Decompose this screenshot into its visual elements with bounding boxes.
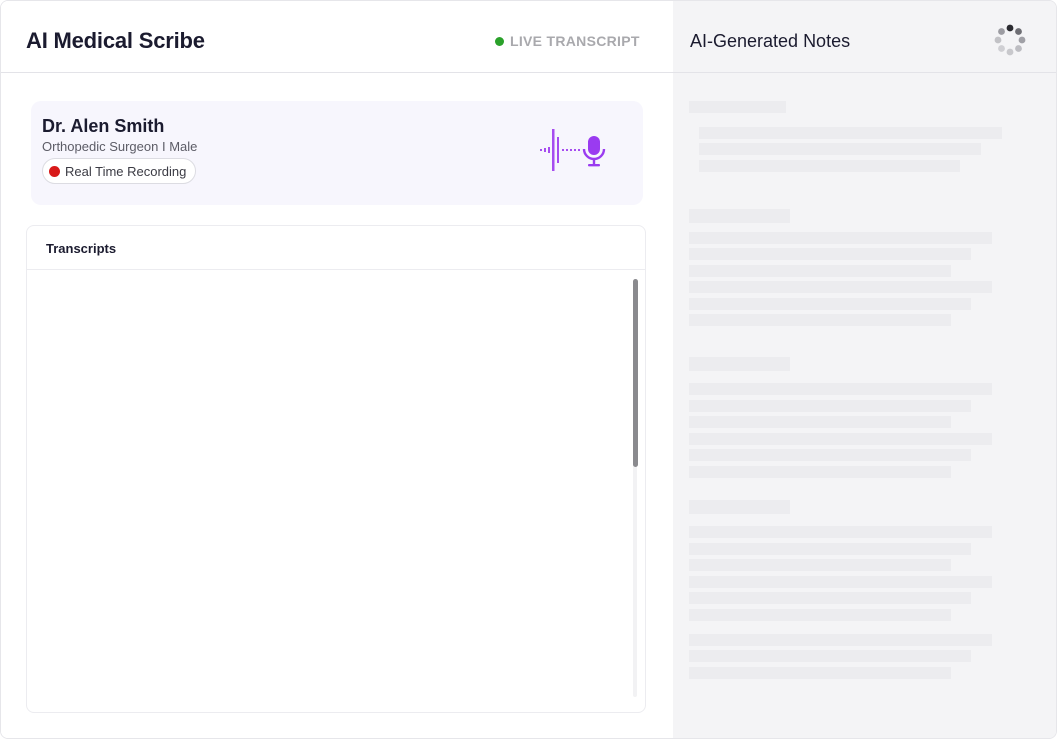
skeleton-line: [699, 143, 981, 155]
skeleton-line: [689, 383, 992, 395]
skeleton-line: [689, 576, 992, 588]
record-dot-icon: [49, 165, 60, 177]
app-title: AI Medical Scribe: [26, 28, 205, 53]
notes-title: AI-Generated Notes: [690, 31, 851, 51]
doctor-name: Dr. Alen Smith: [42, 116, 165, 136]
skeleton-line: [689, 650, 971, 662]
skeleton-line: [689, 281, 992, 293]
skeleton-line: [689, 466, 951, 478]
recording-mode-label: Real Time Recording: [65, 163, 187, 179]
skeleton-line: [689, 634, 992, 646]
skeleton-line: [689, 526, 992, 538]
doctor-specialty: Orthopedic Surgeon I Male: [42, 139, 198, 154]
skeleton-line: [689, 433, 992, 445]
transcripts-content[interactable]: [27, 271, 627, 711]
skeleton-line: [689, 232, 992, 244]
live-transcript-indicator: LIVE TRANSCRIPT: [495, 33, 640, 49]
skeleton-heading: [689, 500, 790, 514]
transcripts-box: Transcripts: [26, 225, 646, 713]
skeleton-line: [689, 265, 951, 277]
transcripts-header: Transcripts: [27, 226, 645, 270]
skeleton-line: [689, 559, 951, 571]
live-transcript-label: LIVE TRANSCRIPT: [510, 33, 640, 49]
recording-mode-badge[interactable]: Real Time Recording: [42, 158, 197, 184]
skeleton-line: [689, 248, 971, 260]
transcript-header: AI Medical Scribe LIVE TRANSCRIPT: [1, 1, 673, 73]
scribe-app-window: AI Medical Scribe LIVE TRANSCRIPT Dr. Al…: [0, 0, 1057, 739]
status-dot-icon: [495, 36, 504, 46]
skeleton-line: [689, 449, 971, 461]
doctor-card: Dr. Alen Smith Orthopedic Surgeon I Male…: [31, 101, 643, 205]
loading-spinner-icon: [994, 24, 1026, 56]
skeleton-line: [689, 592, 971, 604]
notes-panel: AI-Generated Notes: [673, 1, 1056, 738]
audio-waveform-icon: [540, 129, 606, 171]
scrollbar-thumb[interactable]: [633, 279, 638, 467]
skeleton-heading: [689, 209, 790, 223]
skeleton-line: [699, 160, 960, 172]
skeleton-line: [689, 298, 971, 310]
skeleton-line: [689, 400, 971, 412]
transcripts-title: Transcripts: [46, 241, 117, 256]
skeleton-heading: [689, 357, 790, 371]
skeleton-line: [689, 314, 951, 326]
notes-header: AI-Generated Notes: [673, 1, 1056, 73]
skeleton-line: [689, 609, 951, 621]
transcript-panel: AI Medical Scribe LIVE TRANSCRIPT Dr. Al…: [1, 1, 673, 738]
skeleton-line: [689, 667, 951, 679]
skeleton-line: [699, 127, 1002, 139]
skeleton-line: [689, 416, 951, 428]
skeleton-line: [689, 543, 971, 555]
microphone-icon[interactable]: [582, 136, 606, 167]
skeleton-heading: [689, 101, 786, 113]
